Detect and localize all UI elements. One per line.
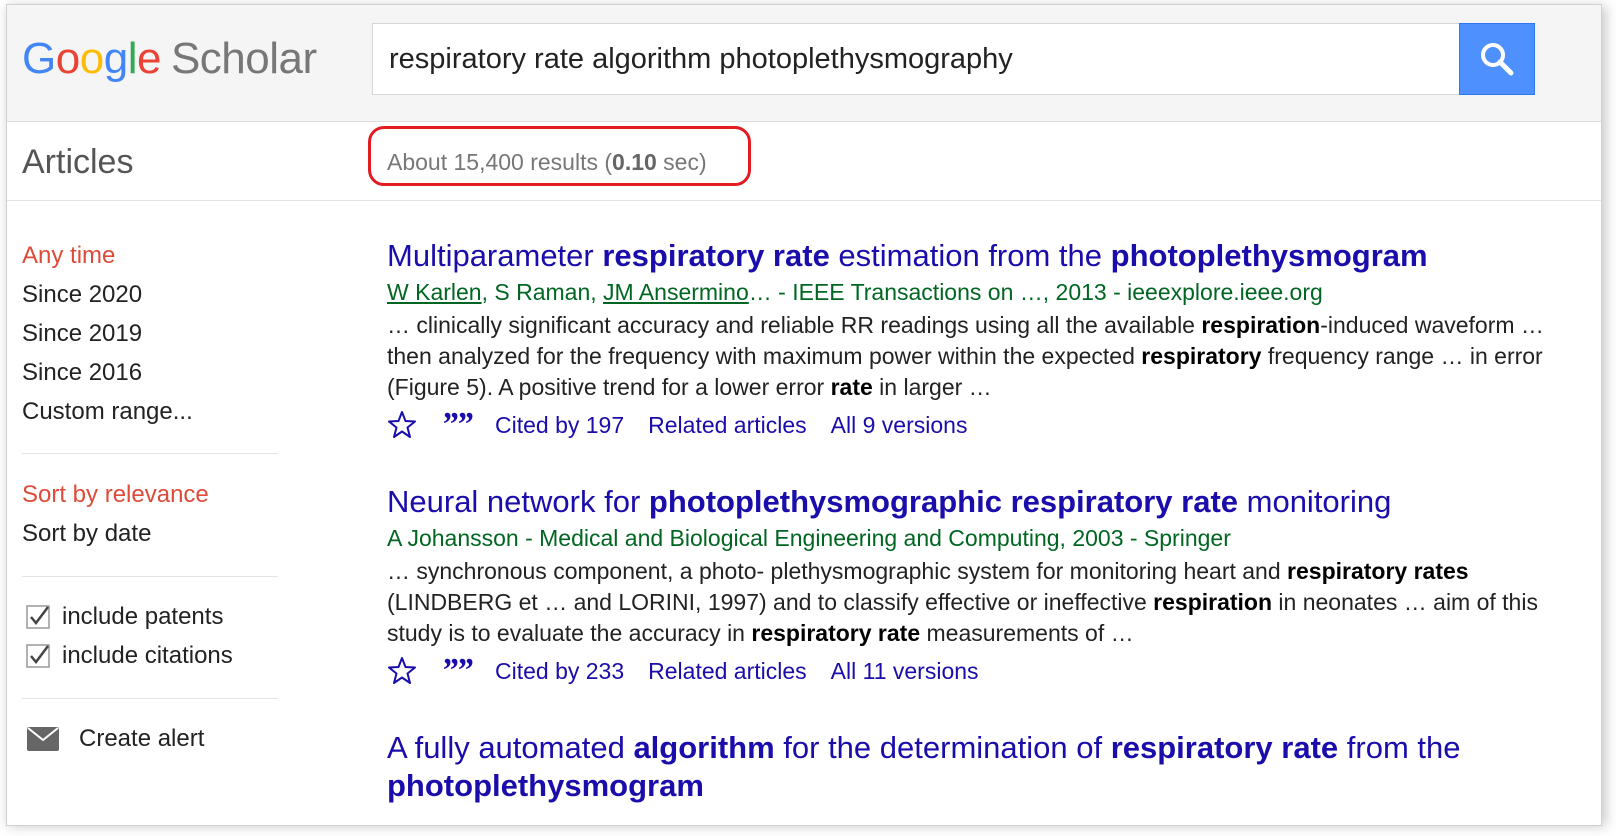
text-segment: Multiparameter	[387, 238, 603, 273]
text-segment: in larger …	[872, 374, 992, 400]
include-patents-label: include patents	[62, 603, 224, 630]
save-star-icon[interactable]	[387, 410, 417, 440]
sort-by-relevance[interactable]: Sort by relevance	[22, 481, 209, 509]
result-meta: W Karlen, S Raman, JM Ansermino… - IEEE …	[387, 277, 1577, 307]
result-meta: A Johansson - Medical and Biological Eng…	[387, 523, 1577, 553]
result-actions: ”” Cited by 233 Related articles All 11 ver…	[387, 654, 1577, 688]
cited-by-link[interactable]: Cited by 197	[495, 412, 624, 439]
logo-scholar-text: Scholar	[170, 34, 317, 83]
include-patents-checkbox[interactable]: include patents	[26, 603, 223, 631]
checkbox-checked-icon	[26, 644, 50, 668]
filter-since-2019[interactable]: Since 2019	[22, 320, 142, 348]
google-scholar-logo[interactable]: Google Scholar	[22, 35, 317, 83]
result-snippet: … synchronous component, a photo- plethy…	[387, 556, 1577, 649]
sort-by-date[interactable]: Sort by date	[22, 520, 151, 548]
highlighted-term: rate	[830, 374, 873, 400]
highlighted-term: respiration	[1201, 312, 1321, 338]
text-segment: A fully automated	[387, 730, 634, 765]
text-segment: for the determination of	[774, 730, 1111, 765]
result-title-link[interactable]: Neural network for photoplethysmographic…	[387, 483, 1577, 521]
logo-letter: l	[127, 34, 138, 83]
screenshot-frame: GoogleScholar Articles About 15,400 resu…	[0, 0, 1616, 836]
author-text: , S Raman,	[481, 279, 604, 305]
text-segment: estimation from the	[829, 238, 1111, 273]
search-result: Multiparameter respiratory rate estimati…	[387, 237, 1577, 442]
sidebar-divider	[22, 698, 278, 699]
search-result: Neural network for photoplethysmographic…	[387, 483, 1577, 688]
text-segment: Neural network for	[387, 484, 649, 519]
highlighted-term: respiration	[1153, 589, 1273, 615]
result-actions: ”” Cited by 197 Related articles All 9 vers…	[387, 408, 1577, 442]
cite-quote-icon[interactable]: ””	[441, 654, 473, 688]
highlighted-term: photoplethysmographic respiratory rate	[648, 484, 1239, 519]
highlighted-term: photoplethysmogram	[1110, 238, 1428, 273]
result-snippet: … clinically significant accuracy and re…	[387, 310, 1577, 403]
highlighted-term: respiratory rates	[1287, 558, 1469, 584]
highlighted-term: algorithm	[633, 730, 775, 765]
include-citations-label: include citations	[62, 642, 233, 669]
highlighted-term: respiratory	[1141, 343, 1262, 369]
search-button[interactable]	[1459, 23, 1535, 95]
logo-letter: o	[55, 34, 80, 83]
result-title-link[interactable]: Multiparameter respiratory rate estimati…	[387, 237, 1577, 275]
related-articles-link[interactable]: Related articles	[648, 412, 807, 439]
search-icon	[1481, 43, 1514, 76]
create-alert-label: Create alert	[79, 725, 205, 752]
include-citations-checkbox[interactable]: include citations	[26, 642, 233, 670]
scholar-page: GoogleScholar Articles About 15,400 resu…	[6, 4, 1602, 826]
related-articles-link[interactable]: Related articles	[648, 658, 807, 685]
results-count-highlight-annotation	[368, 126, 751, 186]
search-box	[372, 23, 1462, 95]
articles-label[interactable]: Articles	[22, 143, 133, 182]
highlighted-term: respiratory rate	[751, 620, 921, 646]
highlighted-term: photoplethysmogram	[387, 768, 704, 803]
filter-custom-range[interactable]: Custom range...	[22, 398, 193, 426]
result-title-link[interactable]: A fully automated algorithm for the dete…	[387, 729, 1577, 805]
save-star-icon[interactable]	[387, 656, 417, 686]
sidebar-divider	[22, 576, 278, 577]
highlighted-term: respiratory rate	[602, 238, 830, 273]
all-versions-link[interactable]: All 9 versions	[831, 412, 968, 439]
all-versions-link[interactable]: All 11 versions	[831, 658, 979, 685]
filter-since-2020[interactable]: Since 2020	[22, 281, 142, 309]
header: Google Scholar	[7, 5, 1601, 122]
cite-quote-icon[interactable]: ””	[441, 408, 473, 442]
search-result: A fully automated algorithm for the dete…	[387, 729, 1577, 805]
filter-since-2016[interactable]: Since 2016	[22, 359, 142, 387]
filter-any-time[interactable]: Any time	[22, 242, 115, 270]
logo-letter: o	[79, 34, 104, 83]
text-segment: (LINDBERG et … and LORINI, 1997) and to …	[387, 589, 1154, 615]
envelope-icon	[27, 727, 59, 751]
checkbox-checked-icon	[26, 605, 50, 629]
search-input[interactable]	[373, 24, 1461, 94]
sidebar-divider	[22, 453, 278, 454]
results-bar	[7, 122, 1601, 201]
logo-letter: g	[103, 34, 128, 83]
logo-letter: G	[22, 34, 56, 83]
text-segment: … clinically significant accuracy and re…	[387, 312, 1202, 338]
text-segment: from the	[1338, 730, 1461, 765]
highlighted-term: respiratory rate	[1110, 730, 1339, 765]
text-segment: … synchronous component, a photo- plethy…	[387, 558, 1288, 584]
author-link[interactable]: JM Ansermino	[603, 279, 749, 305]
text-segment: measurements of …	[920, 620, 1134, 646]
logo-letter: e	[136, 34, 161, 83]
create-alert-link[interactable]: Create alert	[27, 725, 204, 753]
text-segment: monitoring	[1238, 484, 1392, 519]
publication-info: A Johansson - Medical and Biological Eng…	[387, 525, 1231, 551]
publication-info: … - IEEE Transactions on …, 2013 - ieeex…	[748, 279, 1323, 305]
author-link[interactable]: W Karlen	[387, 279, 482, 305]
cited-by-link[interactable]: Cited by 233	[495, 658, 624, 685]
